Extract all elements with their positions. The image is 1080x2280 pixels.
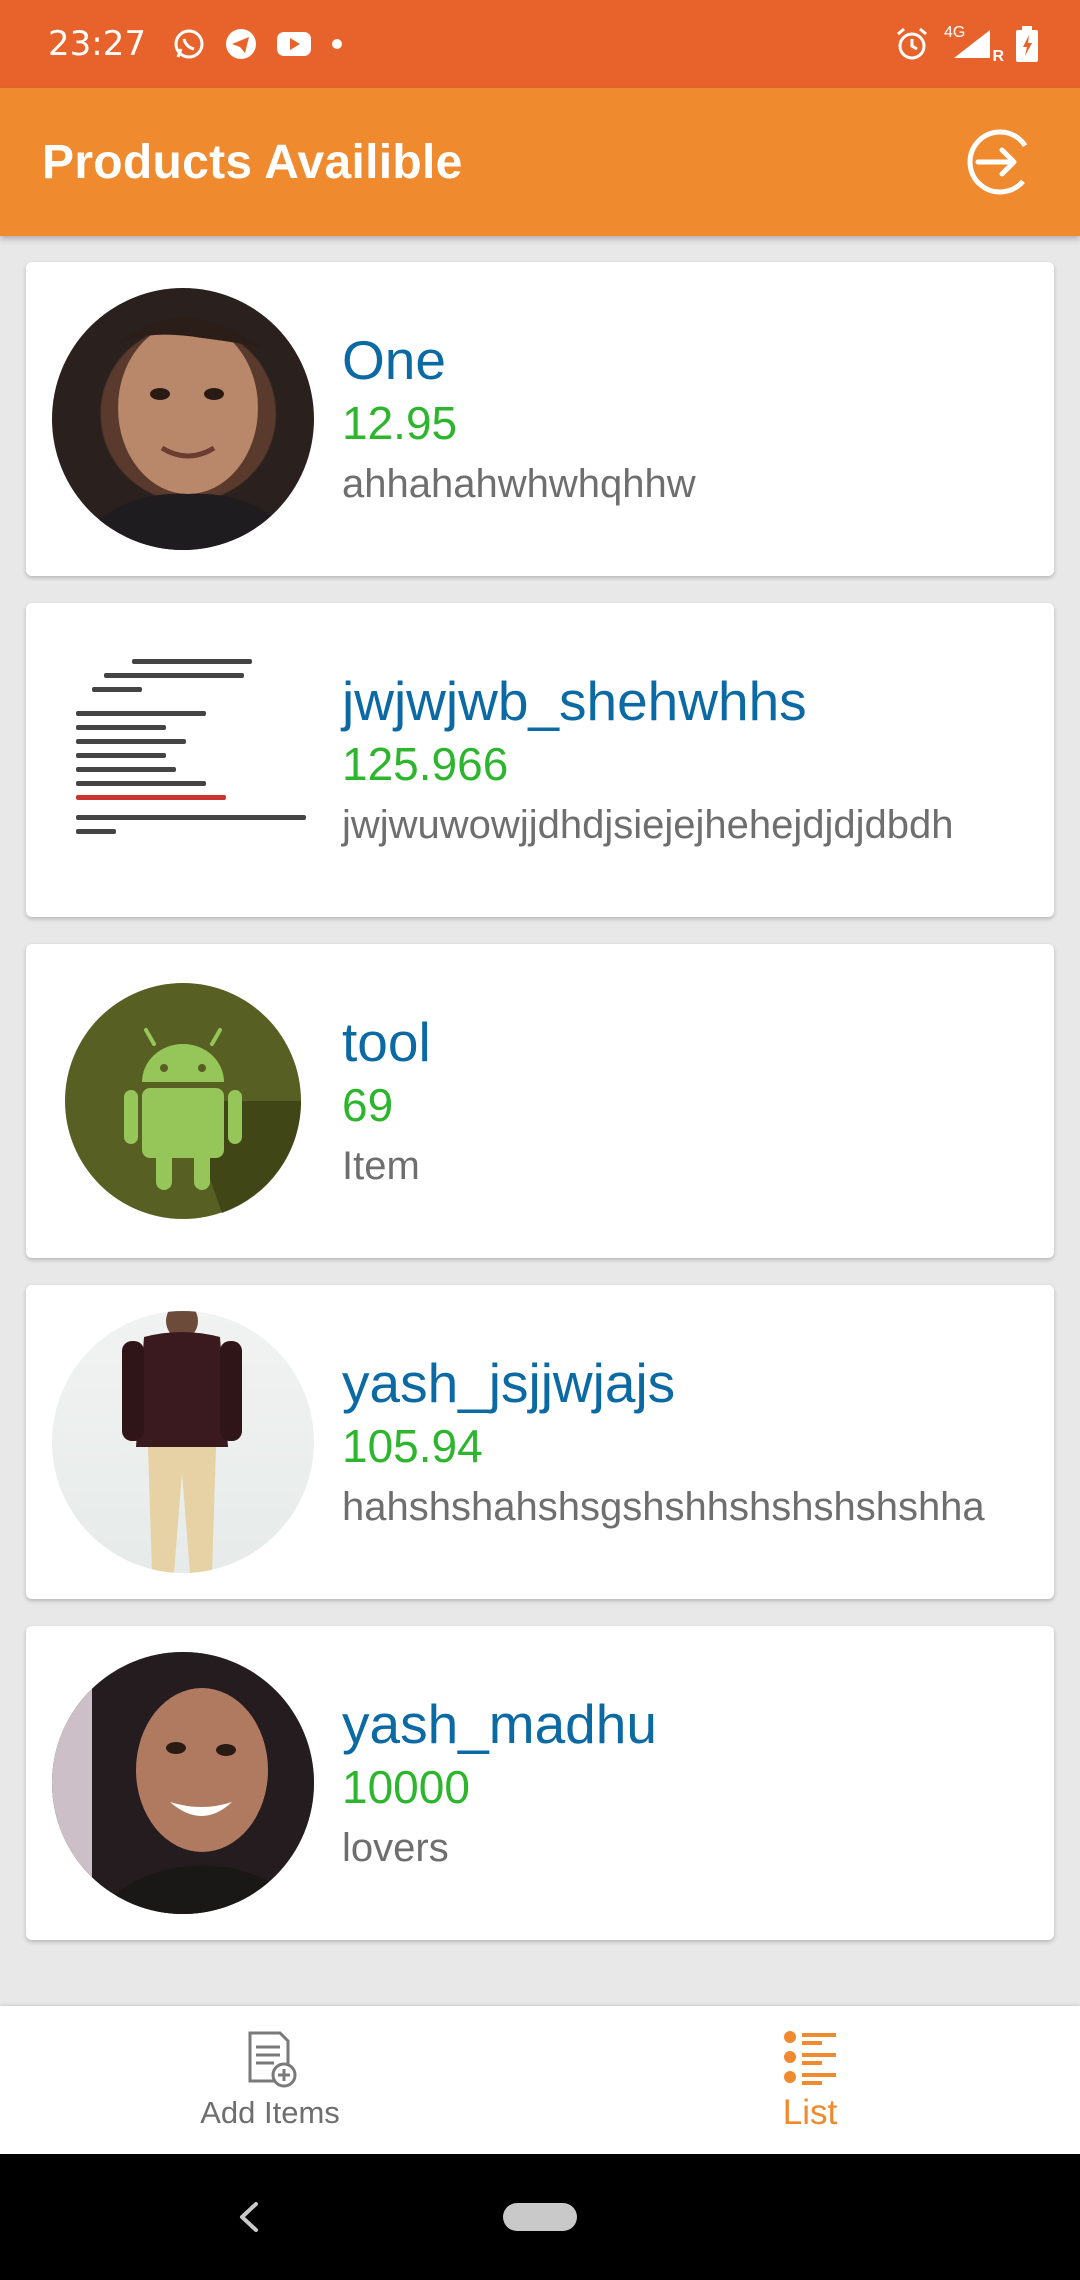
whatsapp-icon bbox=[172, 27, 206, 61]
product-description: jwjwuwowjjdhdjsiejejhehejdjdjdbdh bbox=[342, 803, 954, 847]
bottom-navigation: Add Items List bbox=[0, 2006, 1080, 2154]
logout-button[interactable] bbox=[960, 122, 1040, 202]
product-price: 69 bbox=[342, 1079, 394, 1131]
product-image bbox=[52, 1652, 314, 1914]
product-price: 12.95 bbox=[342, 397, 458, 449]
product-card[interactable]: jwjwjwb_shehwhhs 125.966 jwjwuwowjjdhdjs… bbox=[26, 603, 1054, 917]
youtube-icon bbox=[276, 30, 312, 58]
app-bar: Products Availible bbox=[0, 88, 1080, 236]
product-image bbox=[52, 288, 314, 550]
home-button[interactable] bbox=[503, 2203, 577, 2231]
product-info: yash_jsjjwjajs 105.94 hahshshahshsgshshh… bbox=[342, 1351, 985, 1533]
logout-icon bbox=[967, 129, 1033, 195]
product-info: One 12.95 ahhahahwhwhqhhw bbox=[342, 328, 696, 510]
back-icon[interactable] bbox=[228, 2194, 268, 2240]
product-image bbox=[52, 970, 314, 1232]
product-description: hahshshahshsgshshhshshshshshha bbox=[342, 1485, 985, 1529]
telegram-icon bbox=[224, 27, 258, 61]
product-description: Item bbox=[342, 1144, 420, 1188]
product-name: yash_jsjjwjajs bbox=[342, 1352, 676, 1414]
product-info: yash_madhu 10000 lovers bbox=[342, 1692, 657, 1874]
product-name: tool bbox=[342, 1011, 431, 1073]
product-card[interactable]: yash_madhu 10000 lovers bbox=[26, 1626, 1054, 1940]
add-document-icon bbox=[248, 2031, 297, 2088]
battery-icon bbox=[1014, 25, 1040, 63]
product-info: tool 69 Item bbox=[342, 1010, 431, 1192]
product-card[interactable]: yash_jsjjwjajs 105.94 hahshshahshsgshshh… bbox=[26, 1285, 1054, 1599]
nav-add-items[interactable]: Add Items bbox=[0, 2006, 540, 2154]
android-icon bbox=[65, 983, 302, 1219]
product-info: jwjwjwb_shehwhhs 125.966 jwjwuwowjjdhdjs… bbox=[342, 669, 953, 851]
product-price: 105.94 bbox=[342, 1420, 483, 1472]
status-bar: 23:27 4G R bbox=[0, 0, 1080, 88]
network-label: 4G bbox=[944, 24, 966, 41]
product-description: ahhahahwhwhqhhw bbox=[342, 462, 696, 506]
nav-list[interactable]: List bbox=[540, 2006, 1080, 2154]
product-image bbox=[52, 629, 314, 891]
alarm-icon bbox=[894, 26, 930, 62]
product-list: One 12.95 ahhahahwhwhqhhw jwjwjwb_shehwh… bbox=[26, 262, 1054, 1967]
product-card[interactable]: tool 69 Item bbox=[26, 944, 1054, 1258]
list-icon bbox=[784, 2031, 836, 2085]
notification-icons bbox=[172, 27, 344, 61]
product-price: 125.966 bbox=[342, 738, 509, 790]
roaming-label: R bbox=[992, 48, 1004, 65]
product-name: jwjwjwb_shehwhhs bbox=[342, 670, 807, 732]
product-name: yash_madhu bbox=[342, 1693, 657, 1755]
signal-4g-icon: 4G R bbox=[944, 24, 1004, 65]
nav-label-list: List bbox=[782, 2093, 838, 2132]
product-card[interactable]: One 12.95 ahhahahwhwhqhhw bbox=[26, 262, 1054, 576]
dot-icon bbox=[330, 37, 344, 51]
system-status-icons: 4G R bbox=[894, 24, 1040, 65]
product-price: 10000 bbox=[342, 1761, 470, 1813]
product-image bbox=[52, 1311, 314, 1573]
nav-label-add-items: Add Items bbox=[200, 2095, 340, 2130]
system-navigation-bar bbox=[0, 2154, 1080, 2280]
page-title: Products Availible bbox=[42, 135, 463, 189]
product-name: One bbox=[342, 329, 446, 391]
status-time: 23:27 bbox=[48, 24, 146, 64]
product-description: lovers bbox=[342, 1826, 449, 1870]
